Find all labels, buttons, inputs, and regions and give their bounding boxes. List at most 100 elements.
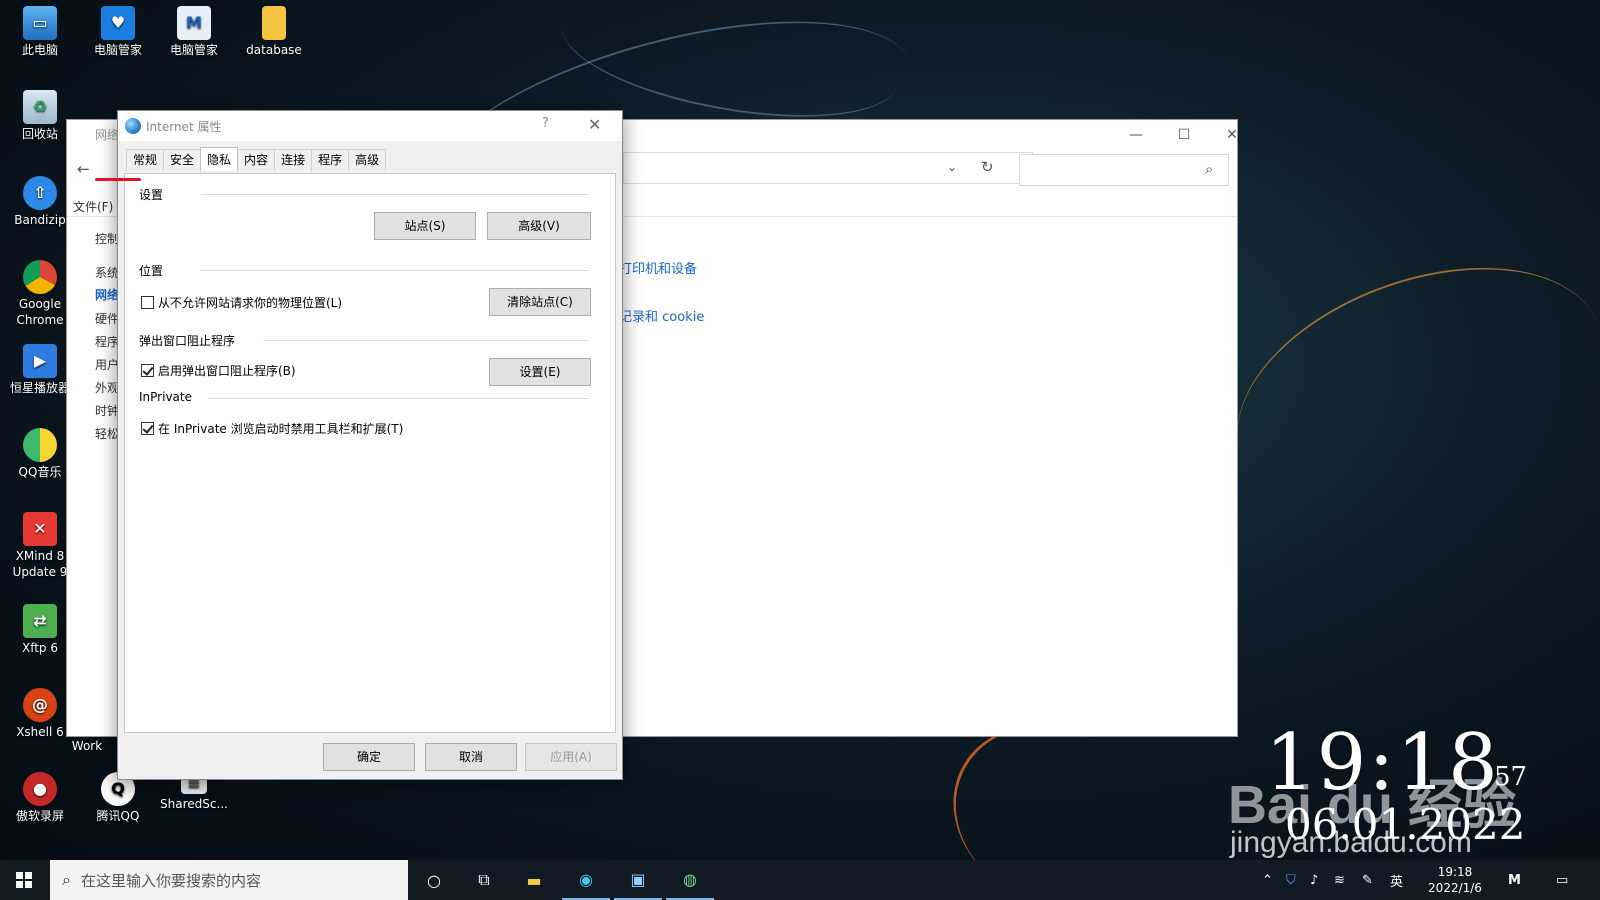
refresh-icon[interactable]: ↻ (981, 158, 994, 176)
desktop-icon-this-pc[interactable]: ▭ 此电脑 (2, 6, 78, 58)
desktop-icon-label: 恒星播放器 (9, 381, 70, 395)
internet-properties-dialog: Internet 属性 ? ✕ 常规 安全 隐私 内容 连接 程序 高级 设置 … (117, 110, 623, 780)
location-checkbox[interactable] (141, 296, 154, 309)
group-divider (263, 340, 589, 341)
minimize-button[interactable]: — (1113, 122, 1159, 148)
search-icon[interactable]: ⌕ (1205, 160, 1213, 178)
sidebar-item-system[interactable]: 系统 (95, 264, 119, 281)
ok-button[interactable]: 确定 (323, 743, 415, 771)
taskbar-search-placeholder: 在这里输入你要搜索的内容 (80, 871, 261, 890)
tab-privacy[interactable]: 隐私 (200, 147, 239, 171)
dialog-titlebar: Internet 属性 ? ✕ (118, 111, 622, 141)
tab-general[interactable]: 常规 (126, 149, 165, 171)
clear-sites-button[interactable]: 清除站点(C) (489, 288, 591, 316)
file-explorer-icon[interactable]: ▬ (510, 860, 558, 900)
cancel-button[interactable]: 取消 (425, 743, 517, 771)
popup-checkbox-row[interactable]: 启用弹出窗口阻止程序(B) (141, 362, 296, 379)
desktop-icon-pc-manager-2[interactable]: M 电脑管家 (156, 6, 232, 58)
close-button[interactable]: ✕ (1209, 122, 1255, 148)
tray-language[interactable]: 英 (1390, 860, 1403, 900)
tray-clock[interactable]: 19:18 2022/1/6 (1423, 864, 1487, 896)
chevron-down-icon[interactable]: ⌄ (947, 160, 957, 174)
desktop-icon-label: QQ音乐 (18, 465, 62, 479)
search-icon: ⌕ (62, 870, 71, 889)
recycle-bin-icon: ♻ (23, 90, 57, 124)
popup-checkbox-label: 启用弹出窗口阻止程序(B) (158, 364, 296, 378)
folder-icon (262, 6, 286, 40)
cortana-icon[interactable]: ○ (410, 860, 458, 900)
dialog-close-button[interactable]: ✕ (588, 115, 601, 134)
desktop-icon-label: database (246, 43, 302, 57)
xftp-icon: ⇄ (23, 604, 57, 638)
tab-content[interactable]: 内容 (237, 149, 276, 171)
tab-programs[interactable]: 程序 (311, 149, 350, 171)
notification-center-icon[interactable]: ▭ (1556, 860, 1568, 900)
help-button[interactable]: ? (542, 116, 549, 131)
location-checkbox-row[interactable]: 从不允许网站请求你的物理位置(L) (141, 294, 342, 311)
edge-icon[interactable]: ◉ (562, 860, 610, 900)
m-logo-icon: M (177, 6, 211, 40)
location-group-label: 位置 (139, 264, 164, 278)
desktop-icon-label: Bandizip (14, 213, 66, 227)
apply-button[interactable]: 应用(A) (525, 743, 617, 771)
link-devices-printers[interactable]: 打印机和设备 (619, 258, 697, 277)
tray-volume-icon[interactable]: ♪ (1310, 860, 1318, 900)
sidebar-item-appearance[interactable]: 外观 (95, 379, 119, 396)
tray-network-icon[interactable]: ≋ (1334, 860, 1345, 900)
tab-advanced[interactable]: 高级 (348, 149, 387, 171)
tray-pen-icon[interactable]: ✎ (1362, 860, 1373, 900)
desktop-icon-label: XMind 8 Update 9 (12, 549, 68, 579)
privacy-panel: 设置 站点(S) 高级(V) 位置 从不允许网站请求你的物理位置(L) 清除站点… (124, 173, 616, 733)
xmind-icon: ✕ (23, 512, 57, 546)
group-divider (201, 270, 589, 271)
inprivate-checkbox[interactable] (141, 422, 154, 435)
desktop-icon-pc-manager[interactable]: ♥ 电脑管家 (80, 6, 156, 58)
group-divider (201, 194, 589, 195)
computer-icon: ▭ (23, 6, 57, 40)
inprivate-group-label: InPrivate (139, 390, 192, 404)
desktop-icon-label: 回收站 (21, 127, 58, 141)
start-button[interactable] (0, 860, 48, 900)
desktop-icon-database[interactable]: database (236, 6, 312, 58)
record-icon: ● (23, 772, 57, 806)
desktop-icon-work[interactable]: Work (62, 738, 112, 754)
internet-options-icon[interactable]: ◍ (666, 860, 714, 900)
tray-chevron-up-icon[interactable]: ⌃ (1262, 860, 1273, 900)
control-panel-icon[interactable]: ▣ (614, 860, 662, 900)
sidebar-item-clock[interactable]: 时钟 (95, 402, 119, 419)
sidebar-item-control[interactable]: 控制 (95, 230, 119, 247)
taskbar-search-input[interactable]: ⌕ 在这里输入你要搜索的内容 (50, 860, 408, 900)
popup-settings-button[interactable]: 设置(E) (489, 358, 591, 386)
back-arrow-icon[interactable]: ← (77, 160, 90, 178)
tab-security[interactable]: 安全 (163, 149, 202, 171)
sidebar-item-hardware[interactable]: 硬件 (95, 310, 119, 327)
tray-m-logo-icon[interactable]: M (1508, 860, 1521, 900)
advanced-button[interactable]: 高级(V) (487, 212, 591, 240)
link-history-cookie[interactable]: 记录和 cookie (619, 306, 704, 325)
popup-checkbox[interactable] (141, 364, 154, 377)
tab-connections[interactable]: 连接 (274, 149, 313, 171)
active-tab-indicator (95, 178, 141, 181)
desktop-icon-label: 腾讯QQ (96, 809, 140, 823)
sites-button[interactable]: 站点(S) (374, 212, 476, 240)
desktop-icon-label: Work (71, 739, 103, 753)
address-bar[interactable] (623, 152, 1033, 184)
sidebar-item-programs[interactable]: 程序 (95, 333, 119, 350)
maximize-button[interactable]: ☐ (1161, 122, 1207, 148)
task-view-icon[interactable]: ⧉ (460, 860, 508, 900)
desktop-icon-label: Google Chrome (16, 297, 64, 327)
search-input[interactable] (1019, 154, 1229, 186)
desktop-icon-screen-recorder[interactable]: ● 傲软录屏 (2, 772, 78, 824)
tray-shield-icon[interactable]: ⛉ (1286, 860, 1296, 900)
settings-group-label: 设置 (139, 188, 164, 202)
shield-icon: ♥ (101, 6, 135, 40)
inprivate-checkbox-row[interactable]: 在 InPrivate 浏览启动时禁用工具栏和扩展(T) (141, 420, 403, 437)
tab-strip: 常规 安全 隐私 内容 连接 程序 高级 (126, 147, 387, 173)
xshell-icon: @ (23, 688, 57, 722)
menu-file[interactable]: 文件(F) (73, 198, 113, 215)
sidebar-item-users[interactable]: 用户 (95, 356, 119, 373)
desktop-icon-label: 电脑管家 (169, 43, 218, 57)
tray-date: 2022/1/6 (1428, 881, 1482, 895)
sidebar-item-ease[interactable]: 轻松 (95, 425, 119, 442)
sidebar-item-network[interactable]: 网络 (95, 286, 119, 303)
